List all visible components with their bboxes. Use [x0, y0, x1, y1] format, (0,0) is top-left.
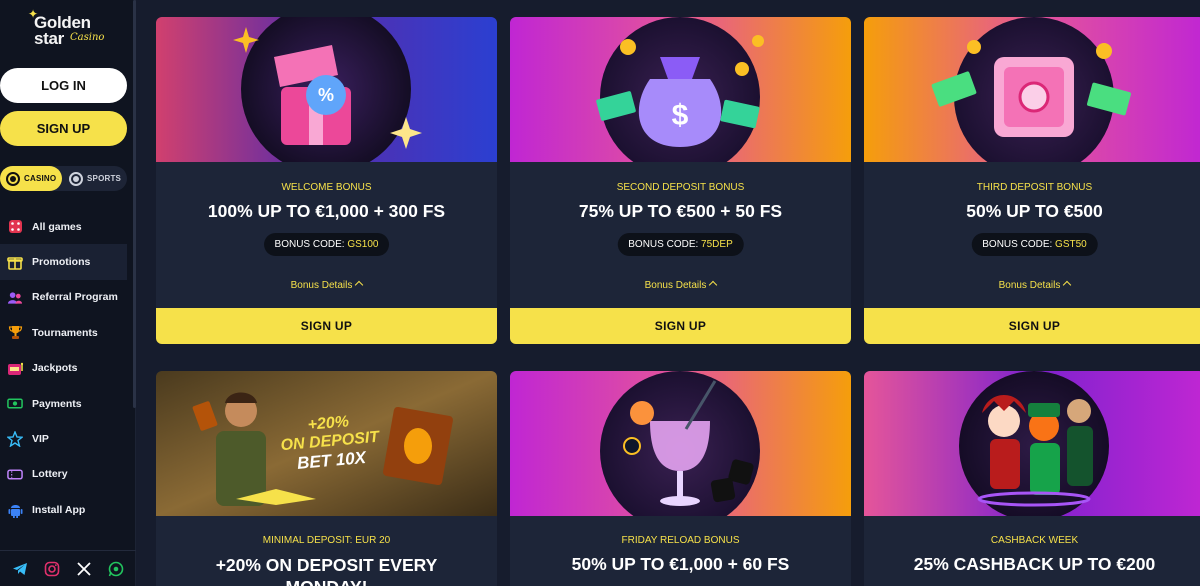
sidebar-item-label: Referral Program	[32, 291, 118, 304]
star-icon	[7, 431, 23, 448]
gift-icon	[7, 254, 23, 270]
ticket-icon	[7, 466, 23, 482]
ball-icon	[69, 171, 83, 186]
sidebar-item-install-app[interactable]: Install App	[0, 492, 136, 527]
promo-subtitle: WELCOME BONUS	[281, 182, 372, 193]
sports-tab[interactable]: SPORTS	[66, 166, 126, 191]
brand-line3: Casino	[70, 32, 105, 43]
promo-banner-text: +20% ON DEPOSIT BET 10X	[268, 410, 392, 476]
casino-sports-switch: CASINO SPORTS	[0, 166, 127, 191]
sidebar-item-label: Jackpots	[32, 362, 78, 375]
promo-card-friday-reload: FRIDAY RELOAD BONUS 50% UP TO €1,000 + 6…	[510, 371, 851, 586]
bonus-details-toggle[interactable]: Bonus Details	[510, 280, 851, 291]
sidebar-item-all-games[interactable]: All games	[0, 209, 136, 244]
sidebar-item-label: Payments	[32, 397, 82, 410]
casino-chip-icon	[6, 171, 20, 186]
promo-card-monday: +20% ON DEPOSIT BET 10X MINIMAL DEPOSIT:…	[156, 371, 497, 586]
promo-subtitle: CASHBACK WEEK	[990, 535, 1079, 546]
promo-title: 50% UP TO €500	[966, 201, 1103, 221]
promo-title: 25% CASHBACK UP TO €200	[913, 554, 1156, 574]
sidebar: ✦ Golden star Casino LOG IN SIGN UP CASI…	[0, 0, 136, 586]
sidebar-nav: All games Promotions Referral Program To…	[0, 209, 136, 528]
bonus-code-pill[interactable]: BONUS CODE: 75DEP	[617, 233, 744, 256]
sidebar-item-payments[interactable]: Payments	[0, 386, 136, 421]
sidebar-item-referral[interactable]: Referral Program	[0, 280, 136, 315]
bonus-code-label: BONUS CODE:	[274, 239, 345, 250]
bonus-code-label: BONUS CODE:	[982, 239, 1053, 250]
card-signup-button[interactable]: SIGN UP	[156, 308, 497, 344]
sidebar-item-label: Lottery	[32, 468, 68, 481]
x-icon[interactable]	[75, 560, 93, 578]
bonus-code-value: GS100	[347, 239, 379, 250]
svg-text:%: %	[318, 85, 334, 105]
svg-text:$: $	[672, 99, 689, 132]
chevron-up-icon	[355, 280, 364, 290]
card-signup-button[interactable]: SIGN UP	[510, 308, 851, 344]
promo-card-welcome: % WELCOME BONUS 100% UP TO €1,000 + 300 …	[156, 17, 497, 344]
bonus-details-toggle[interactable]: Bonus Details	[156, 280, 497, 291]
sidebar-item-label: Install App	[32, 503, 86, 516]
users-icon	[7, 289, 23, 305]
dice-icon	[7, 219, 23, 235]
casino-tab[interactable]: CASINO	[0, 166, 62, 191]
bonus-code-pill[interactable]: BONUS CODE: GST50	[971, 233, 1098, 256]
promo-image-gift: %	[156, 17, 497, 162]
brand-line2: star	[34, 29, 64, 48]
chevron-up-icon	[709, 280, 718, 290]
promo-image-safe	[864, 17, 1200, 162]
sidebar-scrollbar[interactable]	[133, 0, 136, 408]
bonus-code-value: GST50	[1055, 239, 1087, 250]
slot-machine-icon	[7, 360, 23, 376]
sidebar-item-label: VIP	[32, 433, 49, 446]
promo-title: 100% UP TO €1,000 + 300 FS	[207, 201, 446, 221]
promo-title: 75% UP TO €500 + 50 FS	[578, 201, 783, 221]
bonus-details-label: Bonus Details	[644, 280, 707, 291]
bonus-details-label: Bonus Details	[998, 280, 1061, 291]
sidebar-item-vip[interactable]: VIP	[0, 421, 136, 456]
promo-image-explorer: +20% ON DEPOSIT BET 10X	[156, 371, 497, 516]
promo-card-third-deposit: THIRD DEPOSIT BONUS 50% UP TO €500 BONUS…	[864, 17, 1200, 344]
promo-image-cocktail	[510, 371, 851, 516]
promo-card-second-deposit: $ SECOND DEPOSIT BONUS 75% UP TO €500 + …	[510, 17, 851, 344]
sidebar-item-jackpots[interactable]: Jackpots	[0, 351, 136, 386]
promo-title: +20% ON DEPOSIT EVERY MONDAY!	[215, 555, 438, 586]
sidebar-item-label: All games	[32, 220, 82, 233]
sidebar-item-label: Promotions	[32, 256, 91, 269]
whatsapp-icon[interactable]	[107, 560, 125, 578]
bonus-details-label: Bonus Details	[290, 280, 353, 291]
bonus-code-value: 75DEP	[701, 239, 733, 250]
bonus-code-label: BONUS CODE:	[628, 239, 699, 250]
android-icon	[7, 502, 23, 518]
brand-logo[interactable]: ✦ Golden star Casino	[28, 8, 108, 56]
card-signup-button[interactable]: SIGN UP	[864, 308, 1200, 344]
promo-card-cashback: CASHBACK WEEK 25% CASHBACK UP TO €200	[864, 371, 1200, 586]
sidebar-item-label: Tournaments	[32, 326, 98, 339]
promo-image-characters	[864, 371, 1200, 516]
sidebar-item-promotions[interactable]: Promotions	[0, 244, 127, 280]
sports-tab-label: SPORTS	[87, 174, 122, 183]
promo-title: 50% UP TO €1,000 + 60 FS	[571, 554, 790, 574]
casino-tab-label: CASINO	[24, 174, 57, 183]
chevron-up-icon	[1063, 280, 1072, 290]
promo-subtitle: THIRD DEPOSIT BONUS	[976, 182, 1093, 193]
trophy-icon	[7, 325, 23, 341]
signup-button[interactable]: SIGN UP	[0, 111, 127, 146]
promo-subtitle: MINIMAL DEPOSIT: EUR 20	[262, 535, 391, 546]
promo-subtitle: FRIDAY RELOAD BONUS	[621, 535, 740, 546]
bonus-details-toggle[interactable]: Bonus Details	[864, 280, 1200, 291]
sidebar-item-lottery[interactable]: Lottery	[0, 457, 136, 492]
bonus-code-pill[interactable]: BONUS CODE: GS100	[263, 233, 390, 256]
login-button[interactable]: LOG IN	[0, 68, 127, 103]
social-links	[0, 550, 136, 586]
banknote-icon	[7, 396, 23, 412]
instagram-icon[interactable]	[43, 560, 61, 578]
promo-subtitle: SECOND DEPOSIT BONUS	[616, 182, 745, 193]
promo-image-money-bag: $	[510, 17, 851, 162]
sidebar-item-tournaments[interactable]: Tournaments	[0, 315, 136, 350]
telegram-icon[interactable]	[11, 560, 29, 578]
